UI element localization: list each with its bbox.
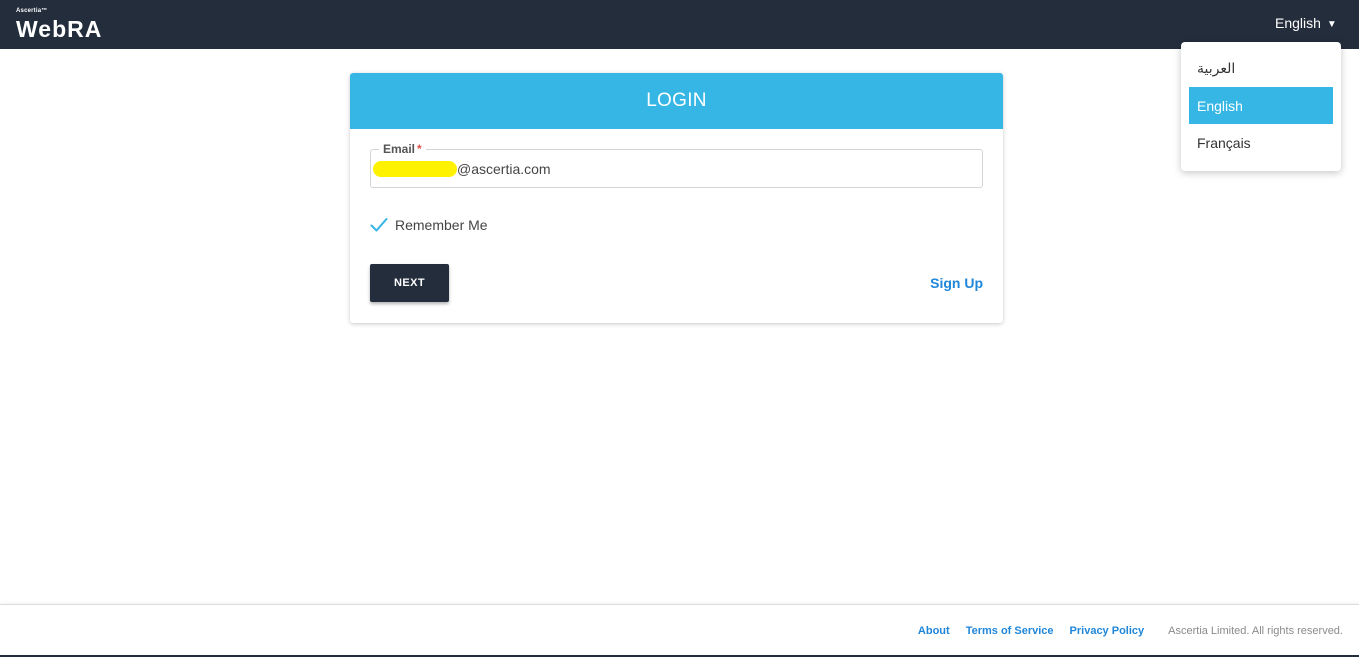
remember-me-label: Remember Me [395,217,488,233]
sign-up-link[interactable]: Sign Up [930,275,983,291]
language-selector-label: English [1275,15,1321,31]
next-button[interactable]: NEXT [370,264,449,302]
checkmark-icon [370,218,388,232]
footer: About Terms of Service Privacy Policy As… [0,604,1359,657]
language-selector[interactable]: English ▼ [1275,15,1337,31]
language-option-arabic[interactable]: العربية [1189,50,1333,87]
brand-logo[interactable]: Ascertia™ WebRA [16,8,102,42]
terms-of-service-link[interactable]: Terms of Service [966,625,1054,637]
email-input[interactable] [371,150,982,187]
caret-down-icon: ▼ [1326,18,1337,30]
about-link[interactable]: About [918,625,950,637]
brand-company: Ascertia™ [16,8,48,14]
remember-me-checkbox[interactable]: Remember Me [370,217,488,233]
language-dropdown-menu: العربية English Français [1181,42,1341,171]
top-navbar: Ascertia™ WebRA English ▼ [0,0,1359,49]
email-field[interactable]: Email * [370,141,983,188]
login-card: LOGIN Email* Remember Me NEXT Sign Up [350,73,1003,323]
language-option-english[interactable]: English [1189,87,1333,124]
language-option-label: English [1197,97,1243,114]
language-option-french[interactable]: Français [1189,124,1333,161]
login-title: LOGIN [350,73,1003,129]
brand-product: WebRA [16,16,103,42]
copyright-text: Ascertia Limited. All rights reserved. [1168,625,1343,637]
language-option-label: Français [1197,134,1251,151]
privacy-policy-link[interactable]: Privacy Policy [1070,625,1145,637]
language-option-label: العربية [1197,60,1236,76]
footer-links: About Terms of Service Privacy Policy As… [902,625,1343,637]
